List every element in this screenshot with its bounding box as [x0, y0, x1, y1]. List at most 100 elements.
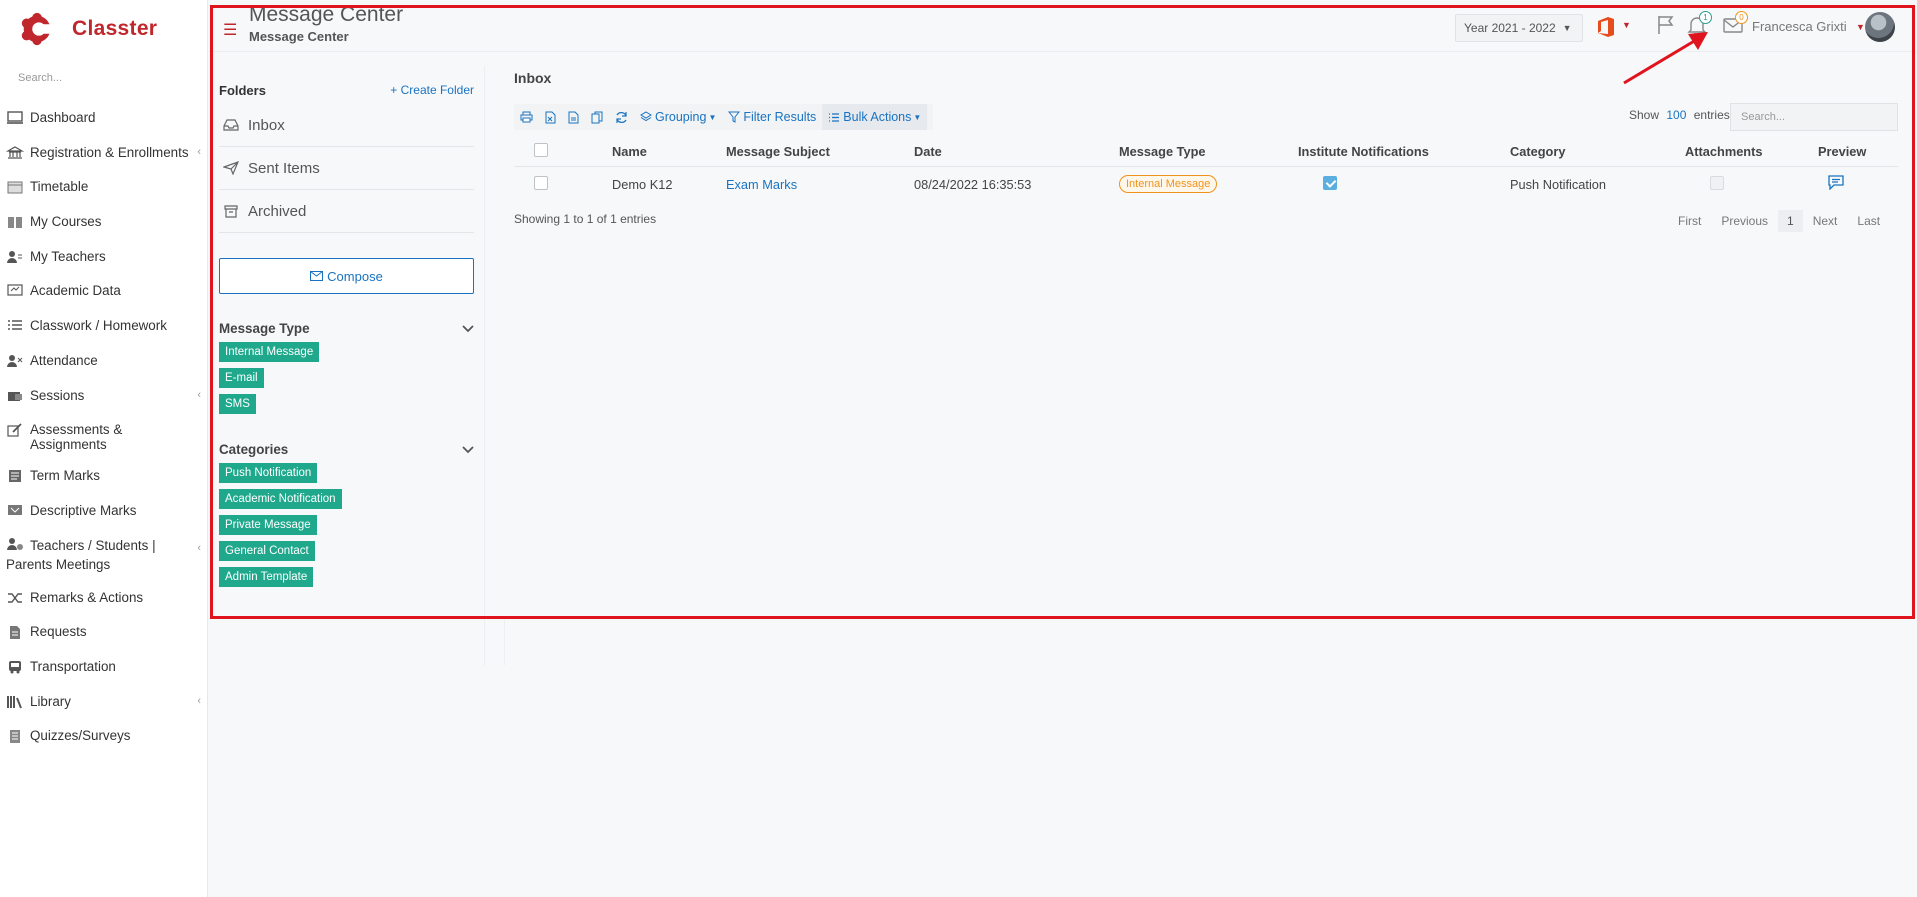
sidebar-item-transportation[interactable]: Transportation	[0, 651, 207, 686]
folder-sent-items[interactable]: Sent Items	[219, 147, 474, 190]
pager-last[interactable]: Last	[1847, 210, 1890, 232]
create-folder-button[interactable]: + Create Folder	[390, 83, 474, 98]
avatar[interactable]	[1865, 12, 1895, 42]
column-header[interactable]: Preview	[1818, 138, 1898, 166]
sidebar-item-requests[interactable]: Requests	[0, 616, 207, 651]
chevron-left-icon: ‹	[197, 694, 201, 707]
filter-tag[interactable]: Push Notification	[219, 463, 318, 483]
sidebar-item-my-teachers[interactable]: My Teachers	[0, 241, 207, 276]
filter-tag[interactable]: General Contact	[219, 541, 315, 561]
row-checkbox[interactable]	[534, 175, 548, 190]
institute-notifications-checkbox[interactable]	[1323, 175, 1337, 190]
grouping-button[interactable]: Grouping ▼	[634, 104, 722, 130]
column-header[interactable]: Institute Notifications	[1298, 138, 1510, 166]
column-header[interactable]: Message Subject	[726, 138, 914, 166]
table-row[interactable]: Demo K12 Exam Marks 08/24/2022 16:35:53 …	[514, 165, 1898, 202]
column-header[interactable]: Name	[612, 138, 726, 166]
pager-page[interactable]: 1	[1778, 210, 1803, 232]
user-dropdown-icon[interactable]: ▼	[1856, 22, 1865, 32]
bus-icon	[9, 660, 21, 674]
filter-tag[interactable]: Academic Notification	[219, 489, 342, 509]
list-icon	[829, 112, 840, 122]
export-pdf-button[interactable]	[562, 104, 585, 130]
categories-toggle[interactable]: Categories	[219, 442, 484, 457]
pager-first[interactable]: First	[1668, 210, 1711, 232]
entries-count-select[interactable]: 100	[1666, 108, 1686, 122]
sidebar-item-library[interactable]: Library ‹	[0, 686, 207, 721]
preview-comment-icon[interactable]	[1828, 175, 1844, 191]
sidebar-item-teachers-students[interactable]: Teachers / Students | Parents Meetings ‹	[0, 530, 207, 582]
user-name[interactable]: Francesca Grixti	[1752, 19, 1847, 34]
sidebar-item-label: Teachers / Students |	[30, 537, 156, 553]
filter-tag[interactable]: Private Message	[219, 515, 317, 535]
filter-results-button[interactable]: Filter Results	[722, 104, 822, 130]
year-select[interactable]: Year 2021 - 2022 ▼	[1455, 14, 1583, 42]
sidebar-item-term-marks[interactable]: Term Marks	[0, 460, 207, 495]
inbox-panel: Inbox Grouping ▼ Filter Results Bulk Act…	[514, 66, 1907, 232]
file-excel-icon	[545, 111, 556, 123]
sidebar-item-assessments-assignments[interactable]: Assessments & Assignments	[0, 414, 207, 460]
notifications-bell[interactable]: 1	[1686, 11, 1712, 36]
notifications-badge: 1	[1699, 11, 1712, 24]
sidebar-item-classwork-homework[interactable]: Classwork / Homework	[0, 310, 207, 345]
filter-tag[interactable]: E-mail	[219, 368, 264, 388]
sidebar-item-timetable[interactable]: Timetable	[0, 171, 207, 206]
caret-down-icon: ▼	[708, 112, 717, 122]
folder-inbox[interactable]: Inbox	[219, 104, 474, 147]
sidebar-item-attendance[interactable]: Attendance	[0, 345, 207, 380]
sidebar-item-label: Remarks & Actions	[30, 589, 144, 605]
folder-archived[interactable]: Archived	[219, 190, 474, 233]
showing-info: Showing 1 to 1 of 1 entries	[514, 212, 657, 226]
sidebar-item-label-line2: Parents Meetings	[6, 556, 111, 572]
archive-icon	[224, 205, 238, 218]
sidebar-item-my-courses[interactable]: My Courses	[0, 206, 207, 241]
messages-envelope[interactable]: 0	[1722, 11, 1748, 36]
export-excel-button[interactable]	[539, 104, 562, 130]
message-type-badge: Internal Message	[1119, 175, 1218, 194]
message-type-toggle[interactable]: Message Type	[219, 321, 484, 336]
file-pdf-icon	[568, 111, 579, 123]
institution-icon	[6, 145, 24, 159]
sidebar-item-label: Dashboard	[30, 110, 96, 125]
sidebar-item-sessions[interactable]: Sessions ‹	[0, 380, 207, 415]
chevron-left-icon: ‹	[197, 541, 201, 554]
office-icon[interactable]	[1597, 17, 1615, 37]
sidebar-item-descriptive-marks[interactable]: Descriptive Marks	[0, 495, 207, 530]
tag-row: Internal Message	[219, 342, 484, 368]
compose-button[interactable]: Compose	[219, 258, 474, 294]
pager-previous[interactable]: Previous	[1711, 210, 1778, 232]
select-all-checkbox[interactable]	[534, 143, 548, 158]
hamburger-menu-icon[interactable]: ☰	[223, 20, 237, 40]
bulk-actions-button[interactable]: Bulk Actions ▼	[822, 104, 928, 130]
refresh-button[interactable]	[609, 104, 634, 130]
table-search-input[interactable]: Search...	[1730, 103, 1898, 131]
sidebar-item-quizzes-surveys[interactable]: Quizzes/Surveys	[0, 720, 207, 755]
survey-icon	[10, 730, 20, 744]
filter-tag[interactable]: Internal Message	[219, 342, 320, 362]
sidebar-item-registration-enrollments[interactable]: Registration & Enrollments ‹	[0, 137, 207, 172]
column-header[interactable]: Attachments	[1685, 138, 1818, 166]
sidebar-item-remarks-actions[interactable]: Remarks & Actions	[0, 582, 207, 617]
folder-label: Archived	[248, 202, 307, 220]
sidebar-item-label: Assessments & Assignments	[30, 422, 123, 453]
flag-icon[interactable]	[1655, 14, 1677, 36]
sidebar-item-academic-data[interactable]: Academic Data	[0, 275, 207, 310]
divider	[504, 620, 505, 665]
column-header[interactable]: Date	[914, 138, 1119, 166]
envelope-icon	[310, 271, 324, 281]
column-header[interactable]: Category	[1510, 138, 1685, 166]
filter-tag[interactable]: Admin Template	[219, 567, 314, 587]
pager-next[interactable]: Next	[1803, 210, 1848, 232]
sidebar-item-dashboard[interactable]: Dashboard	[0, 102, 207, 137]
office-dropdown-icon[interactable]: ▼	[1622, 20, 1631, 30]
sidebar-search-input[interactable]: Search...	[18, 72, 207, 92]
print-button[interactable]	[514, 104, 539, 130]
chevron-down-icon	[462, 324, 474, 332]
copy-button[interactable]	[585, 104, 609, 130]
filter-tag[interactable]: SMS	[219, 394, 256, 414]
message-subject-link[interactable]: Exam Marks	[726, 177, 797, 192]
sidebar-item-label: My Teachers	[30, 248, 106, 264]
logo[interactable]: Classter	[0, 0, 207, 58]
edit-icon	[7, 423, 22, 437]
column-header[interactable]: Message Type	[1119, 138, 1298, 166]
